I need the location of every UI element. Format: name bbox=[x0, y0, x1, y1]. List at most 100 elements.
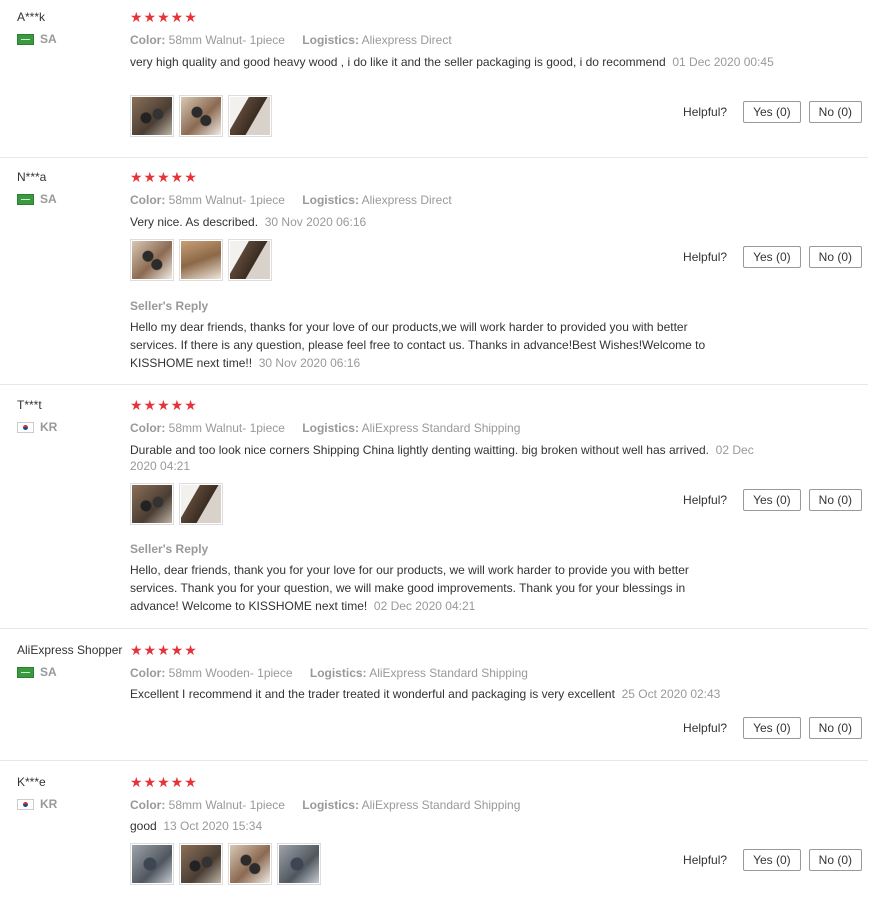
review-body: good bbox=[130, 819, 157, 833]
review-photo[interactable] bbox=[130, 483, 174, 525]
seller-reply-title: Seller's Reply bbox=[130, 299, 209, 313]
review-body: Excellent I recommend it and the trader … bbox=[130, 687, 615, 701]
country-code: SA bbox=[40, 192, 57, 206]
review-text: Very nice. As described. 30 Nov 2020 06:… bbox=[130, 214, 780, 230]
logistics-label: Logistics: bbox=[302, 421, 359, 435]
logistics-value: AliExpress Standard Shipping bbox=[361, 798, 521, 812]
logistics-label: Logistics: bbox=[302, 33, 359, 47]
helpful-no-button[interactable]: No (0) bbox=[808, 489, 862, 511]
review-photo[interactable] bbox=[228, 239, 272, 281]
color-value: 58mm Walnut- 1piece bbox=[168, 798, 285, 812]
review-divider bbox=[0, 384, 868, 385]
review-meta: Color: 58mm Wooden- 1piece Logistics: Al… bbox=[130, 666, 528, 680]
review-photo[interactable] bbox=[228, 843, 272, 885]
helpful-yes-button[interactable]: Yes (0) bbox=[743, 849, 801, 871]
seller-reply-title: Seller's Reply bbox=[130, 542, 209, 556]
color-label: Color: bbox=[130, 798, 166, 812]
logistics-value: Aliexpress Direct bbox=[361, 193, 452, 207]
review-item: T***t KR ★★★★★ Color: 58mm Walnut- 1piec… bbox=[0, 398, 868, 629]
reviewer-country: SA bbox=[17, 32, 57, 46]
color-label: Color: bbox=[130, 421, 166, 435]
helpful-no-button[interactable]: No (0) bbox=[808, 101, 862, 123]
logistics-label: Logistics: bbox=[302, 193, 359, 207]
helpful-controls: Helpful? Yes (0) No (0) bbox=[683, 489, 862, 511]
color-label: Color: bbox=[130, 666, 166, 680]
seller-reply: Hello my dear friends, thanks for your l… bbox=[130, 318, 730, 372]
review-photo[interactable] bbox=[179, 483, 223, 525]
reviewer-country: SA bbox=[17, 192, 57, 206]
review-body: Very nice. As described. bbox=[130, 215, 259, 229]
review-photo[interactable] bbox=[228, 95, 272, 137]
color-label: Color: bbox=[130, 193, 166, 207]
helpful-controls: Helpful? Yes (0) No (0) bbox=[683, 717, 862, 739]
review-meta: Color: 58mm Walnut- 1piece Logistics: Al… bbox=[130, 193, 452, 207]
sa-flag-icon bbox=[17, 33, 34, 45]
review-divider bbox=[0, 628, 868, 629]
star-rating: ★★★★★ bbox=[130, 774, 198, 790]
helpful-no-button[interactable]: No (0) bbox=[808, 849, 862, 871]
reviewer-name: K***e bbox=[17, 775, 46, 789]
helpful-label: Helpful? bbox=[683, 721, 728, 735]
country-code: SA bbox=[40, 32, 57, 46]
helpful-yes-button[interactable]: Yes (0) bbox=[743, 717, 801, 739]
helpful-controls: Helpful? Yes (0) No (0) bbox=[683, 849, 862, 871]
review-photo[interactable] bbox=[179, 95, 223, 137]
logistics-value: Aliexpress Direct bbox=[361, 33, 452, 47]
logistics-value: AliExpress Standard Shipping bbox=[361, 421, 521, 435]
reviewer-name: AliExpress Shopper bbox=[17, 643, 123, 657]
helpful-label: Helpful? bbox=[683, 105, 728, 119]
logistics-label: Logistics: bbox=[309, 666, 367, 680]
helpful-yes-button[interactable]: Yes (0) bbox=[743, 101, 801, 123]
review-photo[interactable] bbox=[179, 843, 223, 885]
color-value: 58mm Walnut- 1piece bbox=[168, 421, 285, 435]
helpful-yes-button[interactable]: Yes (0) bbox=[743, 489, 801, 511]
review-date: 25 Oct 2020 02:43 bbox=[621, 687, 721, 701]
review-photo[interactable] bbox=[130, 843, 174, 885]
star-rating: ★★★★★ bbox=[130, 642, 198, 658]
kr-flag-icon bbox=[17, 421, 34, 433]
sa-flag-icon bbox=[17, 666, 34, 678]
logistics-value: AliExpress Standard Shipping bbox=[369, 666, 528, 680]
color-label: Color: bbox=[130, 33, 166, 47]
review-text: very high quality and good heavy wood , … bbox=[130, 54, 780, 70]
helpful-no-button[interactable]: No (0) bbox=[808, 246, 862, 268]
seller-reply-date: 30 Nov 2020 06:16 bbox=[258, 356, 361, 370]
color-value: 58mm Walnut- 1piece bbox=[168, 33, 285, 47]
helpful-controls: Helpful? Yes (0) No (0) bbox=[683, 101, 862, 123]
review-body: Durable and too look nice corners Shippi… bbox=[130, 443, 709, 457]
reviewer-country: KR bbox=[17, 420, 57, 434]
review-meta: Color: 58mm Walnut- 1piece Logistics: Al… bbox=[130, 798, 520, 812]
review-date: 01 Dec 2020 00:45 bbox=[672, 55, 774, 69]
star-rating: ★★★★★ bbox=[130, 9, 198, 25]
review-photo[interactable] bbox=[179, 239, 223, 281]
review-text: Durable and too look nice corners Shippi… bbox=[130, 442, 780, 474]
country-code: KR bbox=[40, 420, 58, 434]
review-body: very high quality and good heavy wood , … bbox=[130, 55, 666, 69]
review-photo[interactable] bbox=[277, 843, 321, 885]
review-photo[interactable] bbox=[130, 239, 174, 281]
logistics-label: Logistics: bbox=[302, 798, 359, 812]
review-photos bbox=[130, 239, 272, 281]
review-item: N***a SA ★★★★★ Color: 58mm Walnut- 1piec… bbox=[0, 170, 868, 385]
review-photo[interactable] bbox=[130, 95, 174, 137]
helpful-no-button[interactable]: No (0) bbox=[808, 717, 862, 739]
sa-flag-icon bbox=[17, 193, 34, 205]
reviewer-country: SA bbox=[17, 665, 57, 679]
review-text: Excellent I recommend it and the trader … bbox=[130, 686, 780, 702]
review-item: K***e KR ★★★★★ Color: 58mm Walnut- 1piec… bbox=[0, 775, 868, 897]
review-meta: Color: 58mm Walnut- 1piece Logistics: Al… bbox=[130, 421, 520, 435]
review-text: good 13 Oct 2020 15:34 bbox=[130, 818, 780, 834]
review-date: 30 Nov 2020 06:16 bbox=[264, 215, 367, 229]
helpful-controls: Helpful? Yes (0) No (0) bbox=[683, 246, 862, 268]
helpful-yes-button[interactable]: Yes (0) bbox=[743, 246, 801, 268]
reviewer-country: KR bbox=[17, 797, 57, 811]
review-photos bbox=[130, 843, 321, 885]
seller-reply-date: 02 Dec 2020 04:21 bbox=[373, 599, 476, 613]
review-divider bbox=[0, 157, 868, 158]
review-photos bbox=[130, 483, 223, 525]
review-item: A***k SA ★★★★★ Color: 58mm Walnut- 1piec… bbox=[0, 10, 868, 158]
color-value: 58mm Walnut- 1piece bbox=[168, 193, 285, 207]
star-rating: ★★★★★ bbox=[130, 169, 198, 185]
reviewer-name: T***t bbox=[17, 398, 42, 412]
helpful-label: Helpful? bbox=[683, 853, 728, 867]
